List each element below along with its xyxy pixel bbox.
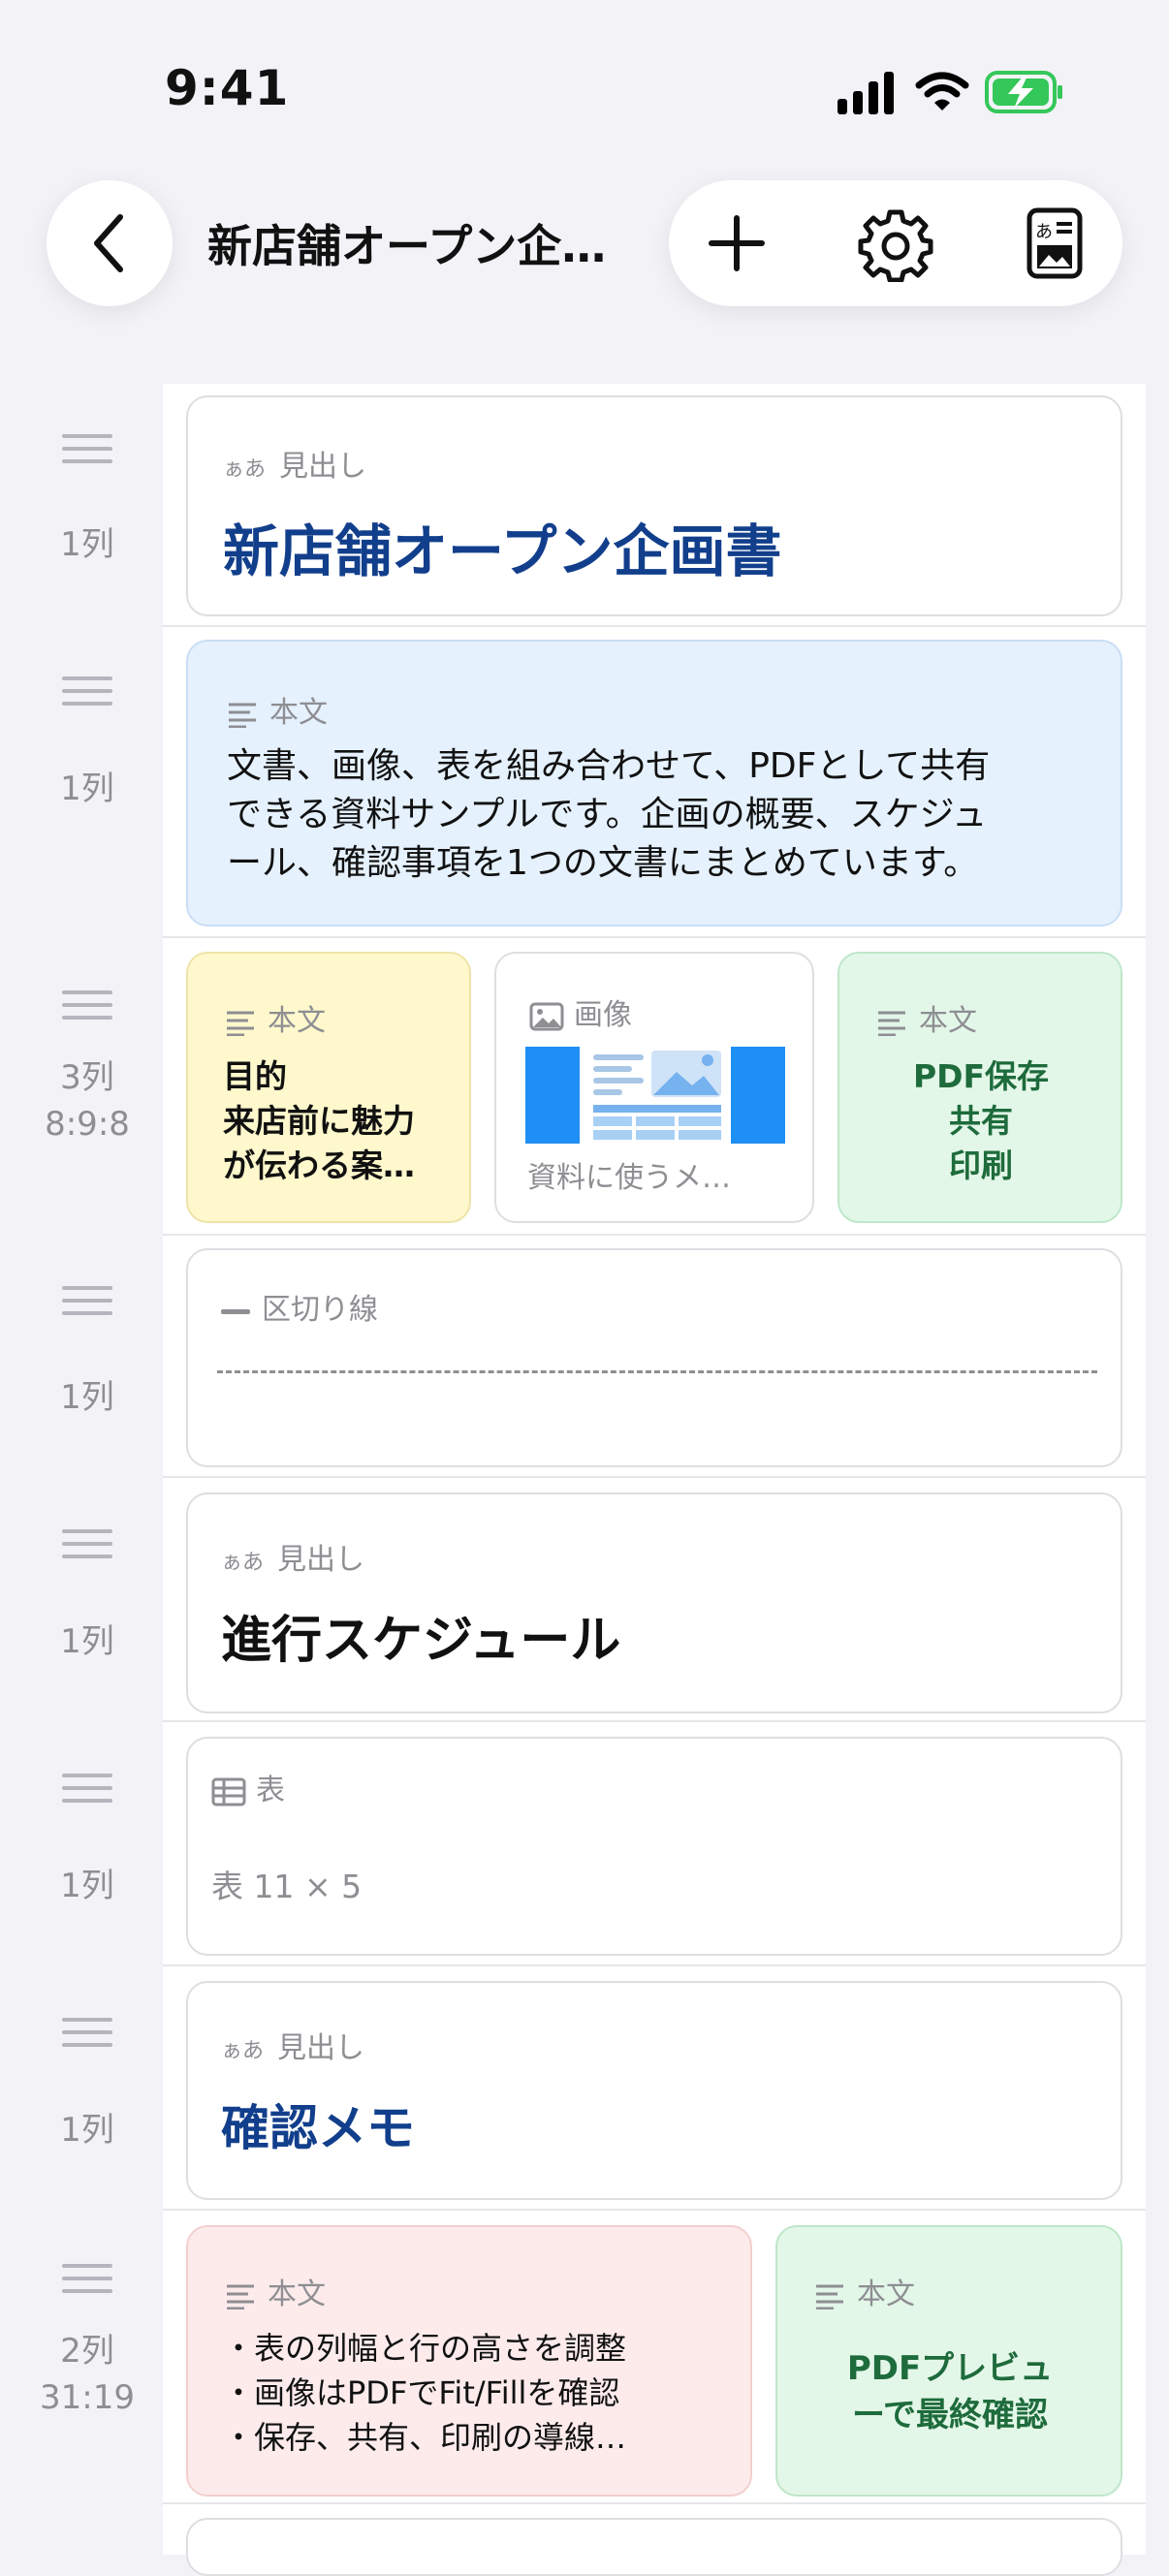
block-type-label: 本文: [269, 696, 328, 730]
dashed-rule: [217, 1370, 1097, 1373]
heading-text: 進行スケジュール: [221, 1612, 621, 1670]
body-line: ・画像はPDFでFit/Fillを確認: [223, 2374, 620, 2411]
body-line: ーで最終確認: [852, 2396, 1048, 2435]
table-icon: [211, 1777, 246, 1806]
heading-type-icon: ぁあ: [221, 1551, 265, 1575]
body-line: ール、確認事項を1つの文書にまとめています。: [227, 843, 979, 883]
row-column-count: 1列: [60, 1378, 114, 1417]
body-line: が伝わる案…: [223, 1147, 415, 1184]
row-column-count: 1列: [60, 1867, 114, 1905]
drag-handle-icon[interactable]: [62, 434, 112, 472]
row-divider: [163, 1234, 1146, 1236]
drag-handle-icon[interactable]: [62, 676, 112, 714]
toolbar: あ: [669, 180, 1122, 306]
body-text-block[interactable]: 本文 PDF保存 共有 印刷: [837, 952, 1122, 1223]
drag-handle-icon[interactable]: [62, 1286, 112, 1324]
image-icon: [529, 1002, 564, 1030]
heading-block[interactable]: ぁあ 見出し 進行スケジュール: [186, 1492, 1122, 1713]
row-divider: [163, 1964, 1146, 1966]
row-column-ratio: 31:19: [40, 2378, 135, 2417]
gear-icon: [858, 209, 933, 283]
heading-type-icon: ぁあ: [221, 2039, 265, 2063]
body-line: 来店前に魅力: [223, 1102, 415, 1140]
text-lines-icon: [227, 2284, 254, 2309]
block-type-label: 画像: [574, 998, 632, 1032]
document-title: 新店舗オープン企画書: [207, 220, 634, 272]
heading-block[interactable]: ぁあ 見出し 確認メモ: [186, 1981, 1122, 2200]
block-type-label: 区切り線: [262, 1293, 378, 1327]
heading-text: 新店舗オープン企画書: [223, 518, 782, 584]
body-line: PDF保存: [912, 1057, 1050, 1095]
body-line: 印刷: [949, 1147, 1013, 1184]
next-block[interactable]: [186, 2518, 1122, 2576]
body-text-block[interactable]: 本文 PDFプレビュ ーで最終確認: [775, 2225, 1122, 2497]
body-text-block[interactable]: 本文 文書、画像、表を組み合わせて、PDFとして共有 できる資料サンプルです。企…: [186, 640, 1122, 927]
body-line: 文書、画像、表を組み合わせて、PDFとして共有: [227, 746, 991, 786]
heading-type-icon: ぁあ: [223, 457, 267, 482]
heading-block[interactable]: ぁあ 見出し 新店舗オープン企画書: [186, 395, 1122, 616]
row-column-count: 2列: [60, 2332, 114, 2371]
back-button[interactable]: [47, 180, 173, 306]
row-column-count: 3列: [60, 1058, 114, 1097]
settings-button[interactable]: [857, 204, 934, 283]
battery-charging-icon: [985, 71, 1062, 113]
body-text-block[interactable]: 本文 ・表の列幅と行の高さを調整 ・画像はPDFでFit/Fillを確認 ・保存…: [186, 2225, 752, 2497]
row-column-count: 1列: [60, 2111, 114, 2150]
heading-text: 確認メモ: [221, 2100, 415, 2156]
drag-handle-icon[interactable]: [62, 1529, 112, 1567]
plus-icon: [709, 215, 765, 271]
status-time: 9:41: [165, 60, 290, 116]
text-lines-icon: [878, 1011, 905, 1036]
text-lines-icon: [229, 703, 256, 728]
text-lines-icon: [227, 1011, 254, 1036]
row-divider: [163, 625, 1146, 627]
text-lines-icon: [816, 2284, 843, 2309]
body-line: ・保存、共有、印刷の導線…: [223, 2419, 627, 2456]
row-divider: [163, 2209, 1146, 2211]
block-type-label: 見出し: [277, 1543, 365, 1577]
block-type-label: 見出し: [279, 450, 367, 484]
body-line: ・表の列幅と行の高さを調整: [223, 2330, 627, 2367]
row-divider: [163, 1476, 1146, 1478]
block-type-label: 本文: [268, 2278, 326, 2311]
body-line: 目的: [223, 1057, 287, 1095]
body-line: できる資料サンプルです。企画の概要、スケジュ: [227, 795, 988, 834]
add-button[interactable]: [698, 204, 775, 282]
table-block[interactable]: 表 表 11 × 5: [186, 1737, 1122, 1956]
row-divider: [163, 2502, 1146, 2504]
svg-text:あ: あ: [1035, 222, 1053, 242]
drag-handle-icon[interactable]: [62, 2018, 112, 2056]
drag-handle-icon[interactable]: [62, 990, 112, 1028]
drag-handle-icon[interactable]: [62, 1774, 112, 1811]
body-text-block[interactable]: 本文 目的 来店前に魅力 が伝わる案…: [186, 952, 471, 1223]
drag-handle-icon[interactable]: [62, 2264, 112, 2302]
image-block[interactable]: 画像 資料に使うメ…: [494, 952, 814, 1223]
signal-icon: [837, 72, 894, 114]
image-thumbnail: [525, 1047, 785, 1144]
chevron-left-icon: [94, 214, 123, 272]
wifi-icon: [915, 72, 969, 110]
block-type-label: 表: [256, 1774, 285, 1807]
row-column-count: 1列: [60, 525, 114, 564]
body-line: PDFプレビュ: [846, 2349, 1054, 2388]
divider-block[interactable]: 区切り線: [186, 1248, 1122, 1467]
block-type-label: 見出し: [277, 2031, 365, 2065]
export-preview-button[interactable]: あ: [1016, 204, 1093, 282]
block-type-label: 本文: [268, 1004, 326, 1038]
row-column-ratio: 8:9:8: [45, 1105, 130, 1144]
table-size-text: 表 11 × 5: [211, 1868, 363, 1905]
row-divider: [163, 936, 1146, 938]
row-column-count: 1列: [60, 1622, 114, 1661]
row-column-count: 1列: [60, 770, 114, 808]
block-type-label: 本文: [919, 1004, 977, 1038]
block-type-label: 本文: [857, 2278, 915, 2311]
body-line: 共有: [949, 1102, 1013, 1140]
row-divider: [163, 1720, 1146, 1722]
divider-icon: [221, 1308, 250, 1314]
document-image-icon: あ: [1027, 207, 1083, 279]
image-caption: 資料に使うメ…: [527, 1161, 731, 1195]
